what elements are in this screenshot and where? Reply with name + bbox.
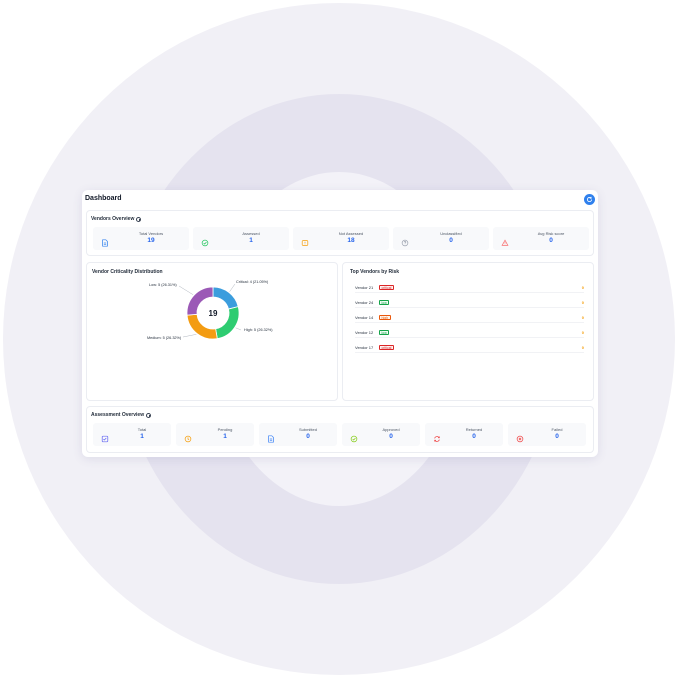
callout-low: Low: 5 (26.31%) — [149, 283, 177, 287]
assessment-overview-title: Assessment Overview — [91, 412, 152, 418]
sync-icon — [433, 430, 441, 442]
assessment-stat-total[interactable]: Total 1 — [93, 423, 171, 446]
table-row[interactable]: Vendor 21 critical 0 — [355, 283, 584, 293]
assessment-stat-failed[interactable]: Failed 0 — [508, 423, 586, 446]
risk-score: 0 — [581, 345, 584, 350]
leader-line-high — [235, 327, 242, 331]
assessment-stat-pending[interactable]: Pending 1 — [176, 423, 254, 446]
callout-medium: Medium: 5 (26.32%) — [147, 336, 182, 340]
stat-label: Not Assessed — [338, 231, 364, 236]
stat-label: Pending — [217, 427, 233, 432]
risk-score: 0 — [581, 330, 584, 335]
donut-svg: 19 — [178, 283, 242, 340]
top-vendors-title: Top Vendors by Risk — [350, 269, 400, 275]
stat-label: Failed — [551, 427, 563, 432]
risk-score: 0 — [581, 300, 584, 305]
stat-value: 0 — [472, 433, 476, 440]
stat-label: Avg Risk score — [537, 231, 565, 236]
stat-label: Assessed — [242, 231, 260, 236]
close-circle-icon — [516, 430, 524, 443]
vendor-stat-total-vendors[interactable]: Total Vendors 19 — [93, 227, 189, 250]
callout-critical: Critical: 4 (21.05%) — [236, 280, 269, 284]
alert-icon — [501, 234, 509, 246]
info-icon[interactable] — [146, 412, 152, 418]
donut-chart: 19 Critical: 4 (21.05%) Low: 5 (26.31%) … — [87, 280, 339, 395]
stat-label: Total Vendors — [138, 231, 164, 236]
vendor-name: Vendor 17 — [355, 345, 374, 350]
hero-background: Dashboard Vendors Overview Total Vendors… — [0, 0, 678, 678]
question-circle-icon — [401, 234, 409, 247]
vendor-name: Vendor 21 — [355, 285, 374, 290]
table-row[interactable]: Vendor 14 high 0 — [355, 313, 584, 323]
risk-level-badge: high — [379, 314, 391, 320]
risk-level-badge: critical — [379, 344, 394, 350]
vendors-overview-label: Vendors Overview — [91, 216, 135, 222]
assessment-overview-label: Assessment Overview — [91, 412, 145, 418]
stat-value: 0 — [555, 433, 559, 440]
criticality-distribution-card: Vendor Criticality Distribution 19 Criti… — [86, 262, 338, 401]
stat-value: 0 — [306, 433, 310, 440]
assessment-overview-card: Assessment Overview Total 1 Pending 1 Submit… — [86, 406, 594, 453]
risk-level-badge: low — [379, 299, 390, 305]
risk-level-badge: low — [379, 329, 390, 335]
slice-critical[interactable] — [212, 286, 239, 310]
refresh-button[interactable] — [584, 194, 595, 205]
stat-label: Approved — [382, 427, 400, 432]
vendor-stat-assessed[interactable]: Assessed 1 — [193, 227, 289, 250]
donut-center-total: 19 — [209, 309, 218, 318]
stat-value: 0 — [449, 237, 453, 244]
risk-score: 0 — [581, 285, 584, 290]
vendor-stat-avg-risk-score[interactable]: Avg Risk score 0 — [493, 227, 589, 250]
leader-line-low — [178, 285, 194, 295]
check-circle-icon — [201, 234, 209, 247]
callout-high: High: 5 (26.32%) — [244, 328, 273, 332]
criticality-distribution-title: Vendor Criticality Distribution — [92, 269, 163, 275]
risk-level-badge: critical — [379, 284, 394, 290]
stat-value: 1 — [249, 237, 253, 244]
vendors-overview-card: Vendors Overview Total Vendors 19 Assessed… — [86, 210, 594, 256]
vendor-name: Vendor 12 — [355, 330, 374, 335]
checklist-icon — [101, 430, 109, 443]
slice-high[interactable] — [215, 306, 240, 340]
dashboard-panel: Dashboard Vendors Overview Total Vendors… — [82, 190, 598, 457]
file-icon — [267, 430, 275, 443]
assessment-stat-submitted[interactable]: Submitted 0 — [259, 423, 337, 446]
clock-icon — [184, 430, 192, 443]
table-row[interactable]: Vendor 12 low 0 — [355, 328, 584, 338]
refresh-icon — [586, 196, 593, 203]
document-icon — [101, 234, 109, 247]
warning-box-icon — [301, 234, 309, 246]
table-row[interactable]: Vendor 17 critical 0 — [355, 343, 584, 353]
leader-line-medium — [182, 334, 197, 338]
stat-label: Returned — [465, 427, 483, 432]
info-icon[interactable] — [136, 216, 142, 222]
vendor-name: Vendor 24 — [355, 300, 374, 305]
stat-value: 1 — [140, 433, 144, 440]
check-circle-icon — [350, 430, 358, 443]
vendor-name: Vendor 14 — [355, 315, 374, 320]
assessment-stat-approved[interactable]: Approved 0 — [342, 423, 420, 446]
assessment-stat-returned[interactable]: Returned 0 — [425, 423, 503, 446]
table-row[interactable]: Vendor 24 low 0 — [355, 298, 584, 308]
vendor-stat-unclassified[interactable]: Unclassified 0 — [393, 227, 489, 250]
stat-label: Submitted — [298, 427, 317, 432]
vendors-overview-title: Vendors Overview — [91, 216, 142, 222]
stat-value: 0 — [549, 237, 553, 244]
top-vendors-card: Top Vendors by Risk Vendor 21 critical 0 Ve… — [342, 262, 594, 401]
stat-value: 18 — [347, 237, 355, 244]
risk-score: 0 — [581, 315, 584, 320]
vendor-stat-not-assessed[interactable]: Not Assessed 18 — [293, 227, 389, 250]
stat-label: Total — [137, 427, 147, 432]
stat-value: 1 — [223, 433, 227, 440]
stat-value: 0 — [389, 433, 393, 440]
page-title: Dashboard — [85, 195, 122, 202]
stat-value: 19 — [147, 237, 155, 244]
leader-line-critical — [229, 283, 236, 292]
stat-label: Unclassified — [440, 231, 462, 236]
